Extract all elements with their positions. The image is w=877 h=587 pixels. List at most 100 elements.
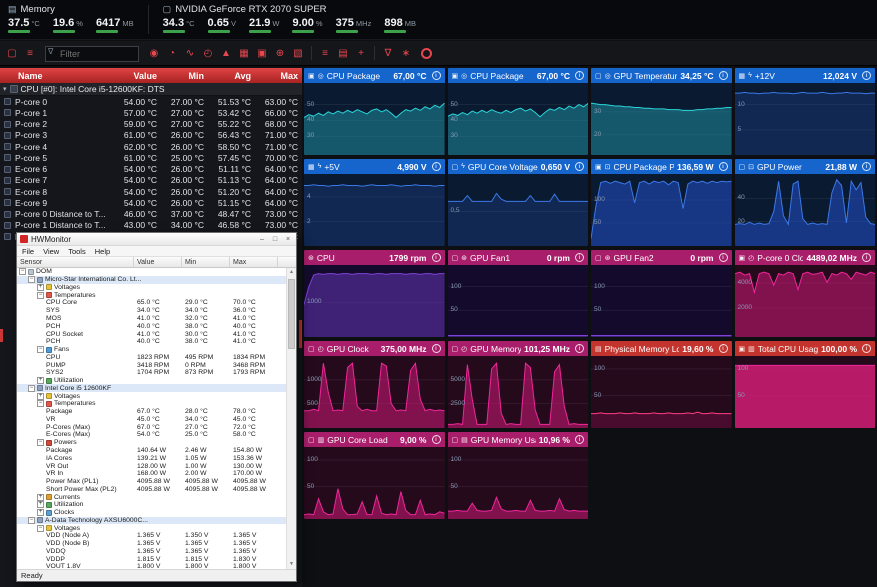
tree-row[interactable]: + Clocks [17,509,296,517]
table-row[interactable]: P-core 1 Distance to T... 43.00 °C 34.00 °… [0,220,302,231]
graph-panel-12-gpu-clock[interactable]: ▢ ◴ GPU Clock 375,00 MHz i 1000 500 [304,341,445,428]
menu-view[interactable]: View [43,247,59,256]
info-icon[interactable]: i [862,71,871,80]
info-icon[interactable]: i [862,253,871,262]
table-row[interactable]: P-core 5 61.00 °C 25.00 °C 57.45 °C 70.00 °C [0,152,302,163]
close-button[interactable]: × [283,236,293,243]
record-button[interactable] [421,47,432,59]
tree-row[interactable]: − Powers [17,439,296,447]
table-row[interactable]: E-core 9 54.00 °C 26.00 °C 51.15 °C 64.00 °C [0,197,302,208]
tools-icon[interactable]: ⊕ [272,45,288,61]
graph-panel-4-5v[interactable]: ▦ ϟ +5V 4,990 Vi42 [304,159,445,246]
column-name[interactable]: Name [0,71,114,81]
graph-panel-11-p-core-0-clock[interactable]: ▣◴P-core 0 Clock4489,02 MHz i 4000 2000 [734,250,875,337]
graph-panel-14-physical-memory-load[interactable]: ▤Physical Memory Load19,60 % i 100 50 [591,341,732,428]
column-value[interactable]: Value [134,257,182,267]
tree-row[interactable]: − Temperatures [17,400,296,408]
table-row[interactable]: E-core 6 54.00 °C 26.00 °C 51.11 °C 64.00 °C [0,164,302,175]
graph-panel-9-gpu-fan1[interactable]: ▢ ⊛ GPU Fan1 0 rpm i 100 50 [447,250,588,337]
tree-row[interactable]: VOUT 1.8V 1.800 V 1.800 V 1.800 V [17,563,296,569]
info-icon[interactable]: i [718,71,728,80]
chip-icon[interactable]: ▣ [254,45,270,61]
table-scrollbar-thumb[interactable] [299,320,302,348]
snapshot-icon[interactable]: ▧ [290,45,306,61]
graph-panel-8-cpu[interactable]: ⊛ CPU 1799 rpm i 1000 [304,250,445,337]
info-icon[interactable]: i [431,253,441,262]
tree-row[interactable]: IA Cores 139.21 W 1.05 W 153.36 W [17,454,296,462]
hwmonitor-scrollbar[interactable]: ▲ ▼ [286,268,296,569]
menu-tools[interactable]: Tools [68,247,86,256]
tree-row[interactable]: VR In 168.00 W 2.00 W 170.00 W [17,470,296,478]
layout-icon[interactable]: ▦ [236,45,252,61]
tree-row[interactable]: − Temperatures [17,291,296,299]
tree-row[interactable]: VDDQ 1.365 V 1.365 V 1.365 V [17,548,296,556]
info-icon[interactable]: i [431,435,441,444]
tree-row[interactable]: Power Max (PL1) 4095.88 W 4095.88 W 4095.88… [17,478,296,486]
tree-row[interactable]: Short Power Max (PL2) 4095.88 W 4095.88 W 4… [17,485,296,493]
expand-toggle[interactable]: + [37,501,44,509]
minimize-button[interactable]: – [257,236,267,243]
scrollbar-thumb[interactable] [288,279,295,349]
table-row[interactable]: P-core 3 61.00 °C 26.00 °C 56.43 °C 71.00 °C [0,130,302,141]
collapse-toggle[interactable]: − [28,384,35,392]
tree-row[interactable]: CPU 1823 RPM 495 RPM 1834 RPM [17,353,296,361]
sensors-icon[interactable]: ◉ [146,45,162,61]
tree-row[interactable]: PUMP 3418 RPM 0 RPM 3468 RPM [17,361,296,369]
tree-row[interactable]: VDDP 1.815 V 1.815 V 1.830 V [17,555,296,563]
tree-row[interactable]: Package 67.0 °C 28.0 °C 78.0 °C [17,408,296,416]
collapse-toggle[interactable]: − [28,516,35,524]
tree-row[interactable]: − Intel Core i5 12600KF [17,384,296,393]
info-icon[interactable]: i [575,344,584,353]
collapse-toggle[interactable]: − [37,291,44,299]
tree-row[interactable]: − Micro-Star International Co. Lt... [17,275,296,284]
graph-panel-2-gpu-temperature[interactable]: ▢ ◎ GPU Temperature 34,25 °C i 30 20 [591,68,732,155]
info-icon[interactable]: i [431,71,441,80]
graph-icon[interactable]: ∿ [182,45,198,61]
tree-row[interactable]: E-Cores (Max) 54.0 °C 25.0 °C 58.0 °C [17,431,296,439]
tree-row[interactable]: + Utilization [17,501,296,509]
graph-panel-1-cpu-package[interactable]: ▣ ◎ CPU Package 67,00 °C i 50 40 30 [447,68,588,155]
gauge-icon[interactable]: ◔ [164,45,180,61]
pin-icon[interactable]: + [353,45,369,61]
hwmonitor-titlebar[interactable]: HWMonitor – □ × [17,233,296,246]
tree-row[interactable]: VR 45.0 °C 34.0 °C 45.0 °C [17,416,296,424]
info-icon[interactable]: i [575,71,584,80]
column-max[interactable]: Max [255,71,302,81]
tree-row[interactable]: Package 140.64 W 2.46 W 154.80 W [17,447,296,455]
info-icon[interactable]: i [862,162,871,171]
collapse-toggle[interactable]: − [28,276,35,284]
list-icon[interactable]: ≡ [22,45,38,61]
tree-row[interactable]: − A-Data Technology AXSU6000C... [17,516,296,525]
tree-row[interactable]: PCH 40.0 °C 38.0 °C 41.0 °C [17,338,296,346]
scroll-up-icon[interactable]: ▲ [287,268,296,277]
graph-panel-15-total-cpu-usage[interactable]: ▣ ▥ Total CPU Usage 100,00 % i 100 50 [734,341,875,428]
settings-icon[interactable]: ∗ [398,45,414,61]
tree-row[interactable]: + Voltages [17,392,296,400]
expand-toggle[interactable]: + [37,493,44,501]
expand-toggle[interactable]: + [37,509,44,517]
graph-panel-6-cpu-package-power[interactable]: ▣⊡CPU Package Power136,59 W i 100 50 [591,159,732,246]
expand-toggle[interactable]: + [37,392,44,400]
table-row[interactable]: P-core 4 62.00 °C 26.00 °C 58.50 °C 71.00 °C [0,141,302,152]
table-row[interactable]: P-core 2 59.00 °C 27.00 °C 55.22 °C 68.00 °C [0,119,302,130]
info-icon[interactable]: i [575,162,585,171]
expand-toggle[interactable]: + [37,283,44,291]
tree-row[interactable]: P-Cores (Max) 67.0 °C 27.0 °C 72.0 °C [17,423,296,431]
info-icon[interactable]: i [431,162,441,171]
collapse-toggle[interactable]: − [37,524,44,532]
maximize-button[interactable]: □ [270,236,280,243]
collapse-toggle[interactable]: − [37,400,44,408]
scroll-down-icon[interactable]: ▼ [287,560,296,569]
tree-row[interactable]: CPU Core 65.0 °C 29.0 °C 70.0 °C [17,299,296,307]
filter-input[interactable] [45,46,139,62]
info-icon[interactable]: i [718,253,728,262]
info-icon[interactable]: i [718,162,728,171]
collapse-toggle[interactable]: − [37,439,44,447]
column-min[interactable]: Min [182,257,230,267]
table-row[interactable]: E-core 8 54.00 °C 26.00 °C 51.20 °C 64.00 °C [0,186,302,197]
menu-file[interactable]: File [22,247,34,256]
alert-icon[interactable]: ▲ [218,45,234,61]
tree-row[interactable]: − Voltages [17,524,296,532]
tree-row[interactable]: + Utilization [17,377,296,385]
column-value[interactable]: Value [114,71,161,81]
